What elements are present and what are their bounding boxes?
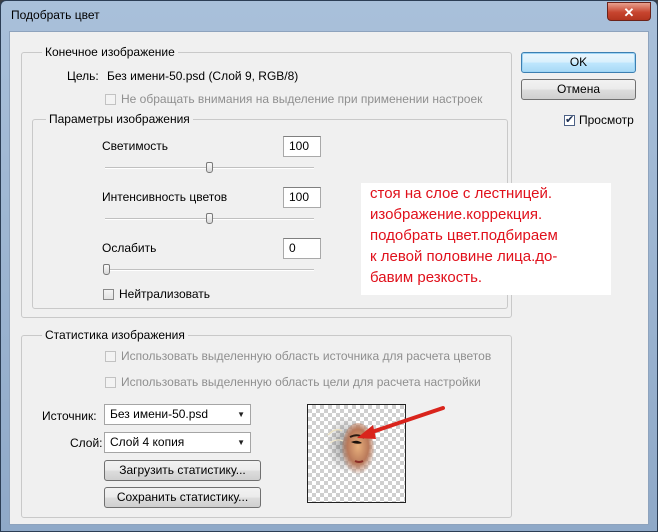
note-line: стоя на слое с лестницей.: [370, 185, 553, 202]
color-intensity-input[interactable]: 100: [283, 187, 321, 208]
ignore-selection-checkbox[interactable]: [105, 94, 116, 105]
save-statistics-button[interactable]: Сохранить статистику...: [104, 487, 261, 508]
fade-slider-track[interactable]: [105, 269, 314, 271]
source-select[interactable]: Без имени-50.psd ▼: [104, 404, 251, 425]
use-source-selection-checkbox[interactable]: [105, 351, 116, 362]
window-title: Подобрать цвет: [11, 8, 100, 22]
color-intensity-label: Интенсивность цветов: [102, 190, 228, 204]
cancel-button[interactable]: Отмена: [521, 79, 636, 100]
preview-label: Просмотр: [579, 113, 634, 127]
note-line: подобрать цвет.подбираем: [370, 227, 558, 244]
target-label: Цель:: [67, 69, 99, 83]
title-bar[interactable]: Подобрать цвет ✕: [1, 1, 657, 31]
use-source-selection-label: Использовать выделенную область источник…: [121, 349, 492, 363]
source-label: Источник:: [42, 409, 97, 423]
match-color-dialog: Подобрать цвет ✕ Конечное изображение Це…: [0, 0, 658, 532]
neutralize-label: Нейтрализовать: [119, 287, 211, 301]
luminance-label: Светимость: [102, 139, 169, 153]
fade-label: Ослабить: [102, 241, 157, 255]
annotation-note: стоя на слое с лестницей. изображение.ко…: [361, 183, 611, 295]
annotation-arrow: [357, 406, 445, 439]
color-intensity-slider-thumb[interactable]: [206, 213, 213, 224]
image-options-legend: Параметры изображения: [46, 112, 193, 126]
fade-input[interactable]: 0: [283, 238, 321, 259]
luminance-input[interactable]: 100: [283, 136, 321, 157]
target-value: Без имени-50.psd (Слой 9, RGB/8): [107, 69, 299, 83]
neutralize-checkbox[interactable]: [103, 289, 114, 300]
ignore-selection-label: Не обращать внимания на выделение при пр…: [121, 92, 483, 106]
fade-slider-thumb[interactable]: [103, 264, 110, 275]
note-line: бавим резкость.: [370, 269, 483, 286]
use-target-selection-checkbox[interactable]: [105, 377, 116, 388]
dialog-body: Конечное изображение Цель: Без имени-50.…: [9, 31, 649, 525]
source-select-value: Без имени-50.psd: [110, 407, 209, 421]
preview-checkbox[interactable]: [564, 113, 575, 126]
destination-image-legend: Конечное изображение: [42, 45, 178, 59]
layer-select[interactable]: Слой 4 копия ▼: [104, 432, 251, 453]
image-statistics-legend: Статистика изображения: [42, 328, 188, 342]
note-line: к левой половине лица.до-: [370, 248, 558, 265]
layer-select-value: Слой 4 копия: [110, 435, 185, 449]
load-statistics-button[interactable]: Загрузить статистику...: [104, 460, 261, 481]
chevron-down-icon: ▼: [237, 410, 245, 419]
luminance-slider-thumb[interactable]: [206, 162, 213, 173]
layer-label: Слой:: [70, 436, 103, 450]
chevron-down-icon: ▼: [237, 438, 245, 447]
use-target-selection-label: Использовать выделенную область цели для…: [121, 375, 481, 389]
close-icon: ✕: [623, 5, 635, 20]
close-button[interactable]: ✕: [607, 2, 651, 21]
ok-button[interactable]: OK: [521, 52, 636, 73]
note-line: изображение.коррекция.: [370, 206, 543, 223]
